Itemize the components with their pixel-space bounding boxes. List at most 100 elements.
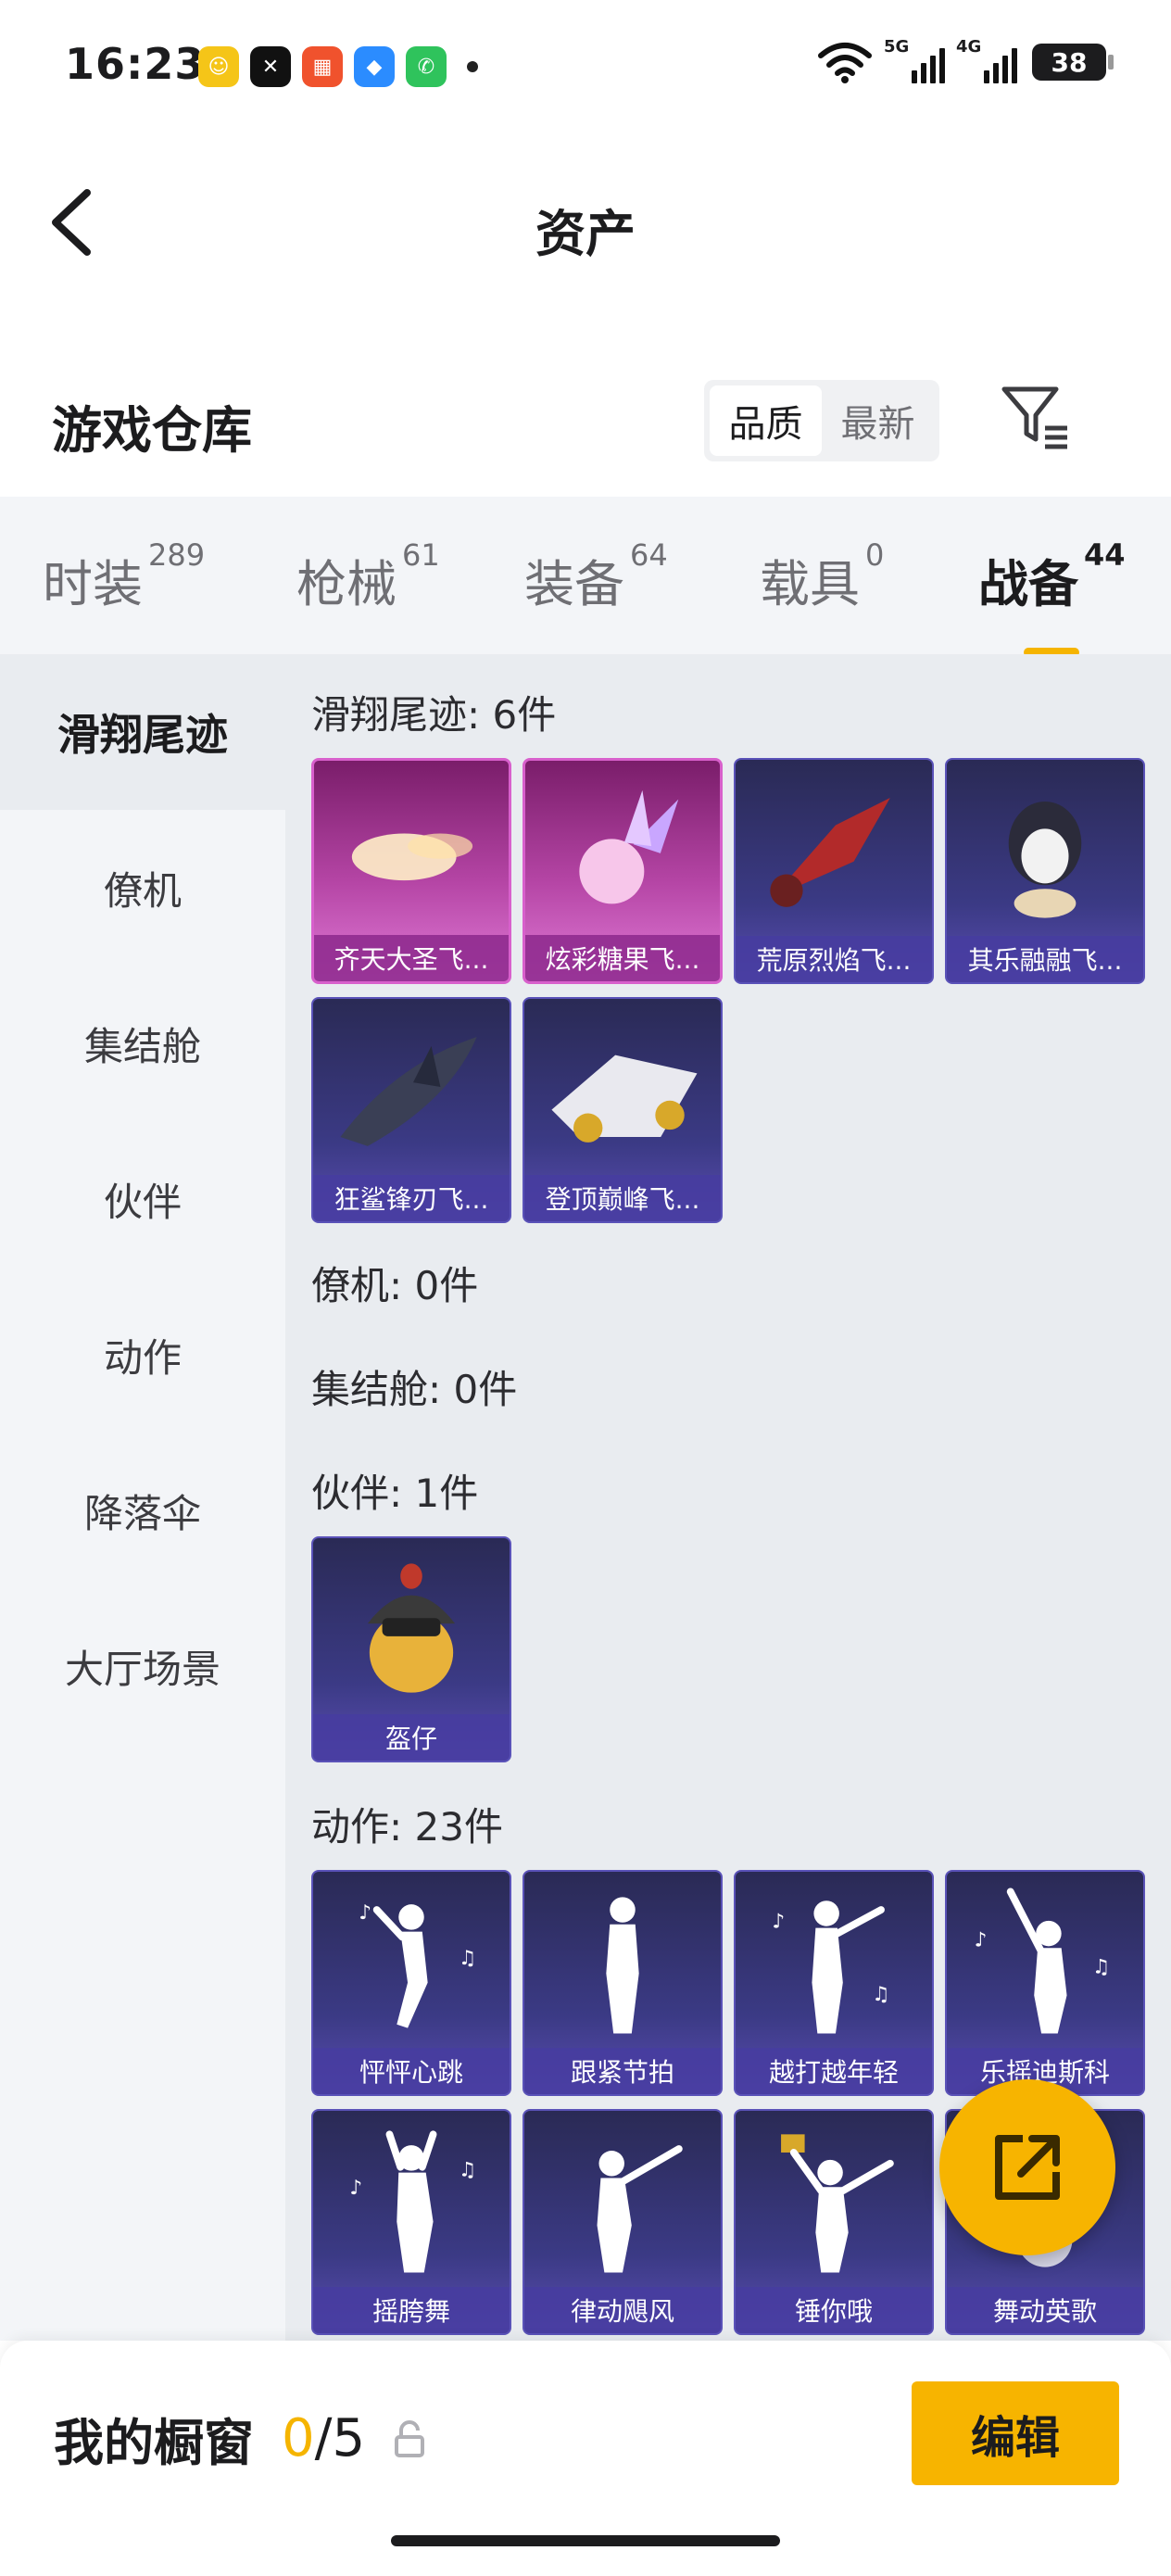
- battery-indicator: 38: [1032, 44, 1114, 81]
- system-icons: 5G 4G 38: [817, 37, 1114, 83]
- item-label: 舞动英歌: [947, 2287, 1143, 2333]
- item-label: 摇胯舞: [313, 2287, 510, 2333]
- showcase-info: 我的橱窗 0/5: [54, 2402, 426, 2475]
- showcase-count: 0/5: [282, 2408, 366, 2469]
- status-time: 16:23: [65, 39, 206, 89]
- svg-text:♫: ♫: [459, 2159, 476, 2182]
- partner-chick-art: [367, 1563, 456, 1693]
- tab-vehicles[interactable]: 载具 0: [760, 537, 884, 616]
- item-card[interactable]: ♪ ♫ 摇胯舞: [311, 2109, 511, 2335]
- share-button[interactable]: [939, 2079, 1115, 2255]
- item-card[interactable]: 齐天大圣飞...: [311, 758, 511, 984]
- dancer-silhouette-art: ♪♫: [772, 1900, 890, 2034]
- item-label: 怦怦心跳: [313, 2048, 510, 2094]
- external-link-icon: [995, 2135, 1060, 2200]
- svg-text:♫: ♫: [459, 1947, 476, 1970]
- side-item-parachute[interactable]: 降落伞: [0, 1433, 285, 1588]
- filter-icon[interactable]: [999, 380, 1073, 454]
- nav-bar: 资产: [0, 139, 1171, 306]
- cloud-trail-art: [351, 833, 473, 881]
- side-item-partner[interactable]: 伙伴: [0, 1121, 285, 1277]
- lock-icon: [395, 2419, 425, 2457]
- dancer-silhouette-art: [606, 1897, 639, 2034]
- item-label: 齐天大圣飞...: [314, 935, 509, 981]
- flame-trail-art: [770, 798, 890, 907]
- capcut-icon: ✕: [250, 46, 291, 87]
- side-item-emote[interactable]: 动作: [0, 1277, 285, 1433]
- app-grid-icon: ▦: [302, 46, 343, 87]
- notification-icons: ☺ ✕ ▦ ◆ ✆: [198, 46, 478, 87]
- tab-equipment[interactable]: 装备 64: [524, 537, 668, 616]
- item-card[interactable]: 登顶巅峰飞...: [523, 997, 723, 1223]
- item-label: 登顶巅峰飞...: [524, 1175, 721, 1221]
- svg-text:♪: ♪: [974, 1928, 987, 1951]
- sort-option-quality[interactable]: 品质: [710, 385, 822, 456]
- item-card[interactable]: ♪ ♫ 乐摇迪斯科: [945, 1870, 1145, 2096]
- item-card[interactable]: 荒原烈焰飞...: [734, 758, 934, 984]
- category-tabs: 时装 289 枪械 61 装备 64 载具 0 战备 44: [0, 497, 1171, 657]
- side-nav: 滑翔尾迹 僚机 集结舱 伙伴 动作 降落伞 大厅场景: [0, 654, 285, 2341]
- section-heading-capsule: 集结舱: 0件: [311, 1367, 518, 1412]
- section-heading-partner: 伙伴: 1件: [311, 1471, 479, 1516]
- item-label: 锤你哦: [736, 2287, 932, 2333]
- sort-toggle: 品质 最新: [704, 380, 939, 461]
- dancer-silhouette-art: ♪♫: [974, 1888, 1110, 2034]
- svg-text:♪: ♪: [359, 1901, 371, 1925]
- svg-text:♫: ♫: [1092, 1956, 1110, 1979]
- item-label: 其乐融融飞...: [947, 936, 1143, 982]
- item-card[interactable]: ♪ ♫ 怦怦心跳: [311, 1870, 511, 2096]
- phone-icon: ✆: [406, 46, 447, 87]
- item-label: 盔仔: [313, 1714, 510, 1761]
- tab-gear[interactable]: 战备 44: [978, 537, 1126, 657]
- warehouse-title: 游戏仓库: [52, 401, 252, 460]
- section-heading-glide: 滑翔尾迹: 6件: [311, 692, 557, 738]
- sort-option-newest[interactable]: 最新: [822, 385, 934, 456]
- svg-text:♫: ♫: [872, 1983, 889, 2006]
- item-card[interactable]: 锤你哦: [734, 2109, 934, 2335]
- wifi-icon: [818, 43, 872, 83]
- side-item-wingman[interactable]: 僚机: [0, 810, 285, 966]
- item-card[interactable]: ♪ ♫ 越打越年轻: [734, 1870, 934, 2096]
- svg-text:♪: ♪: [349, 2177, 362, 2200]
- dancer-silhouette-art: [597, 2145, 683, 2273]
- svg-text:♪: ♪: [772, 1911, 785, 1934]
- item-label: 狂鲨锋刃飞...: [313, 1175, 510, 1221]
- app-notification-icon: ☺: [198, 46, 239, 87]
- signal-4g-icon: 4G: [956, 37, 1017, 83]
- candy-trail-art: [579, 789, 679, 904]
- item-label: 越打越年轻: [736, 2048, 932, 2094]
- status-bar: 16:23 ☺ ✕ ▦ ◆ ✆ 5G 4G 38: [0, 0, 1171, 139]
- item-card[interactable]: 其乐融融飞...: [945, 758, 1145, 984]
- item-label: 律动飓风: [524, 2287, 721, 2333]
- item-label: 炫彩糖果飞...: [525, 935, 720, 981]
- item-card[interactable]: 律动飓风: [523, 2109, 723, 2335]
- item-card[interactable]: 炫彩糖果飞...: [523, 758, 723, 984]
- warehouse-header: 游戏仓库 品质 最新: [0, 361, 1171, 482]
- item-label: 跟紧节拍: [524, 2048, 721, 2094]
- peak-trail-art: [551, 1054, 698, 1143]
- item-card[interactable]: 狂鲨锋刃飞...: [311, 997, 511, 1223]
- showcase-title: 我的橱窗: [54, 2414, 254, 2472]
- browser-icon: ◆: [354, 46, 395, 87]
- shark-trail-art: [340, 1037, 477, 1146]
- side-item-glide-trail[interactable]: 滑翔尾迹: [0, 654, 285, 810]
- edit-button[interactable]: 编辑: [912, 2381, 1119, 2485]
- penguin-trail-art: [1008, 801, 1082, 918]
- dancer-silhouette-art: ♪♫: [349, 2130, 476, 2273]
- tab-guns[interactable]: 枪械 61: [296, 537, 440, 616]
- item-label: 荒原烈焰飞...: [736, 936, 932, 982]
- signal-5g-icon: 5G: [884, 37, 945, 83]
- more-notifications-dot: [467, 61, 478, 72]
- section-heading-emote: 动作: 23件: [311, 1804, 503, 1850]
- side-item-capsule[interactable]: 集结舱: [0, 966, 285, 1121]
- item-card[interactable]: 盔仔: [311, 1536, 511, 1762]
- home-indicator[interactable]: [391, 2535, 780, 2546]
- section-heading-wingman: 僚机: 0件: [311, 1263, 479, 1308]
- item-card[interactable]: 跟紧节拍: [523, 1870, 723, 2096]
- tab-fashion[interactable]: 时装 289: [43, 537, 205, 616]
- dancer-silhouette-art: [781, 2134, 894, 2273]
- dancer-silhouette-art: ♪♫: [359, 1901, 476, 2028]
- side-item-lobby-scene[interactable]: 大厅场景: [0, 1588, 285, 1744]
- page-title: 资产: [535, 205, 636, 263]
- app-screen: { "status_bar": { "time": "16:23", "sign…: [0, 0, 1171, 2576]
